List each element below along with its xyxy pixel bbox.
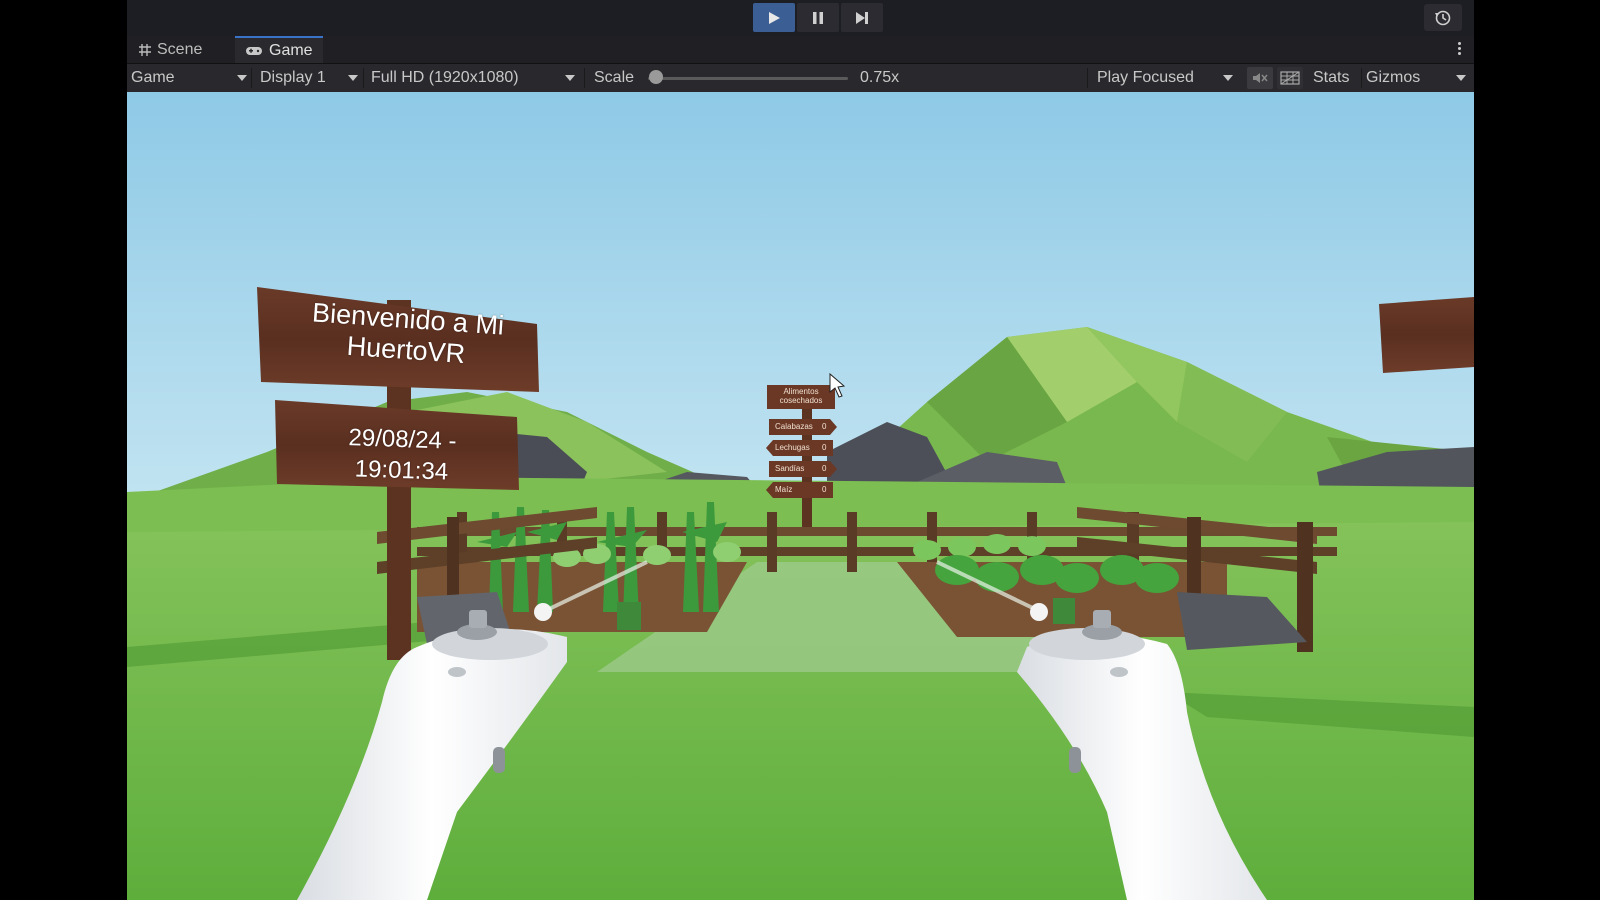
play-mode-dropdown[interactable]: Play Focused xyxy=(1097,64,1233,92)
scale-label: Scale xyxy=(594,69,635,86)
harvest-item-label: Maíz xyxy=(775,485,793,494)
chevron-down-icon xyxy=(565,75,575,81)
history-icon xyxy=(1435,10,1451,25)
tab-scene[interactable]: Scene xyxy=(129,36,212,63)
play-button[interactable] xyxy=(753,3,795,32)
grid-icon xyxy=(139,43,151,56)
mute-icon xyxy=(1253,73,1268,83)
scale-value: 0.75x xyxy=(860,69,900,86)
harvest-item-label: Sandías xyxy=(775,464,805,473)
view-mode-dropdown[interactable]: Game xyxy=(131,64,247,92)
play-mode-value: Play Focused xyxy=(1097,69,1194,86)
harvest-title-line-1: Alimentos xyxy=(783,387,819,396)
pause-button[interactable] xyxy=(797,3,839,32)
stats-button[interactable]: Stats xyxy=(1313,64,1349,92)
unity-editor-window: Scene Game Game Display 1 Full HD (1920x… xyxy=(127,0,1474,900)
grid-overlay-icon xyxy=(1280,71,1300,85)
gizmos-dropdown[interactable]: Gizmos xyxy=(1366,64,1466,92)
harvest-item-count: 0 xyxy=(822,464,827,473)
datetime-sign-text: 29/08/24 - 19:01:34 xyxy=(286,420,518,490)
harvest-item-label: Lechugas xyxy=(775,443,810,452)
game-view-toolbar: Game Display 1 Full HD (1920x1080) Scale… xyxy=(127,64,1474,92)
harvest-item-count: 0 xyxy=(822,443,827,452)
display-value: Display 1 xyxy=(260,69,326,86)
step-forward-icon xyxy=(856,11,868,24)
chevron-down-icon xyxy=(348,75,358,81)
resolution-dropdown[interactable]: Full HD (1920x1080) xyxy=(371,64,575,92)
tab-options-menu-icon[interactable] xyxy=(1458,42,1462,57)
play-toolbar xyxy=(127,0,1474,36)
chevron-down-icon xyxy=(237,75,247,81)
tab-game[interactable]: Game xyxy=(235,36,323,63)
mute-audio-button[interactable] xyxy=(1247,67,1273,89)
view-tabbar: Scene Game xyxy=(127,36,1474,64)
vr-garden-scene xyxy=(127,92,1474,900)
view-mode-value: Game xyxy=(131,69,175,86)
chevron-down-icon xyxy=(1456,75,1466,81)
play-controls xyxy=(753,3,883,32)
toolbar-divider xyxy=(363,68,364,88)
harvest-item-count: 0 xyxy=(822,422,827,431)
toolbar-divider xyxy=(251,68,252,88)
toolbar-divider xyxy=(1361,68,1362,88)
game-viewport[interactable]: Bienvenido a Mi HuertoVR 29/08/24 - 19:0… xyxy=(127,92,1474,900)
toolbar-divider xyxy=(1087,68,1088,88)
gizmos-label: Gizmos xyxy=(1366,69,1421,86)
stats-toggle-icon-button[interactable] xyxy=(1277,67,1303,89)
display-dropdown[interactable]: Display 1 xyxy=(260,64,358,92)
resolution-value: Full HD (1920x1080) xyxy=(371,69,519,86)
tab-scene-label: Scene xyxy=(157,40,203,58)
toolbar-divider xyxy=(584,68,585,88)
edge-sign-board xyxy=(1379,297,1474,373)
chevron-down-icon xyxy=(1223,75,1233,81)
gamepad-icon xyxy=(246,46,262,55)
harvest-item-label: Calabazas xyxy=(775,422,813,431)
play-icon xyxy=(769,11,780,24)
scale-slider-track[interactable] xyxy=(648,77,848,80)
harvest-title-line-2: cosechados xyxy=(779,396,823,405)
harvest-item-count: 0 xyxy=(822,485,827,494)
scale-slider-handle[interactable] xyxy=(649,70,663,84)
step-button[interactable] xyxy=(841,3,883,32)
harvest-board-title: Alimentos cosechados xyxy=(772,387,830,405)
tab-game-label: Game xyxy=(269,41,313,59)
undo-history-button[interactable] xyxy=(1424,4,1462,31)
pause-icon xyxy=(813,11,823,24)
